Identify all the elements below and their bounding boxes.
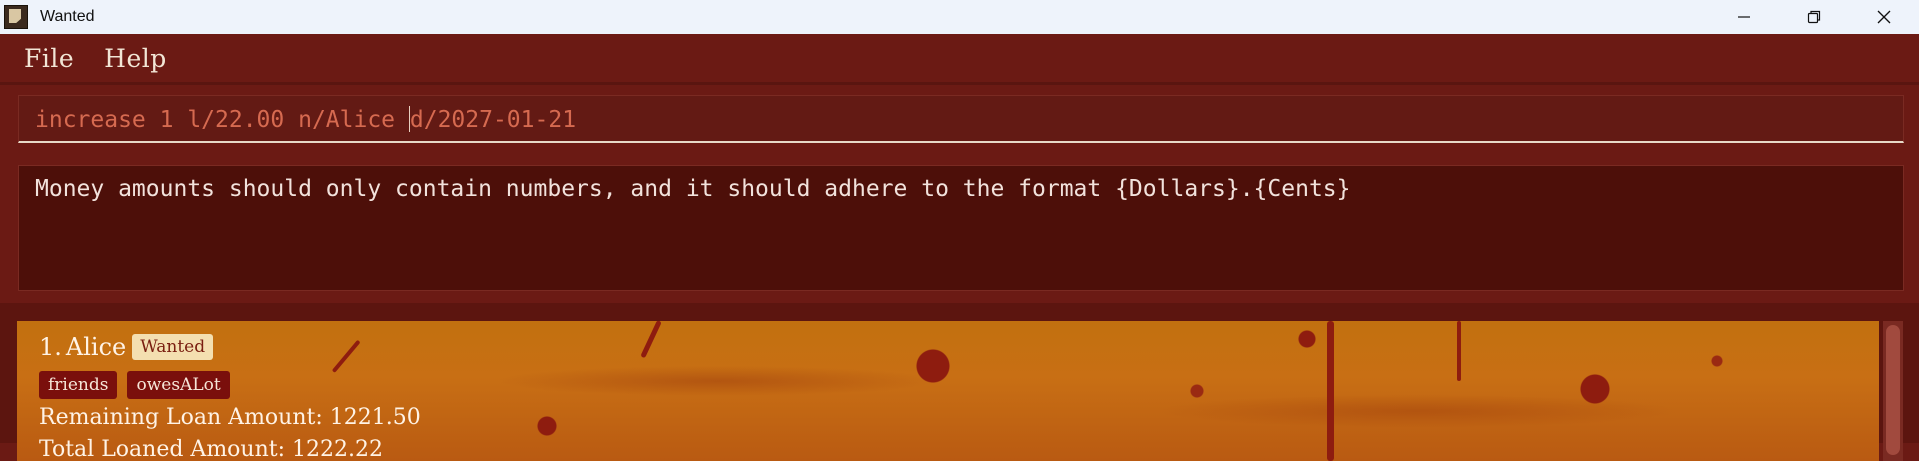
tag-owesalot: owesALot xyxy=(127,371,230,399)
blood-drip xyxy=(1457,321,1461,381)
total-loaned-amount: Total Loaned Amount: 1222.22 xyxy=(39,437,383,461)
status-badge: Wanted xyxy=(132,334,214,360)
menu-file[interactable]: File xyxy=(24,44,74,73)
list-scrollbar[interactable] xyxy=(1883,321,1903,461)
scrollbar-thumb[interactable] xyxy=(1886,325,1900,455)
blood-drip xyxy=(331,339,361,373)
menu-help[interactable]: Help xyxy=(104,44,167,73)
person-card[interactable]: 1. Alice Wanted friends owesALot Remaini… xyxy=(17,321,1879,461)
close-icon xyxy=(1877,10,1891,24)
window-controls xyxy=(1709,0,1919,34)
app-icon xyxy=(4,5,28,29)
person-tags: friends owesALot xyxy=(39,371,240,399)
result-message: Money amounts should only contain number… xyxy=(35,176,1351,202)
menu-bar: File Help xyxy=(0,34,1919,82)
restore-button[interactable] xyxy=(1779,0,1849,34)
command-text-before-caret: increase 1 l/22.00 n/Alice xyxy=(35,107,409,133)
person-name: Alice xyxy=(65,333,127,361)
minimize-button[interactable] xyxy=(1709,0,1779,34)
remaining-loan-amount: Remaining Loan Amount: 1221.50 xyxy=(39,405,421,430)
result-display[interactable]: Money amounts should only contain number… xyxy=(18,165,1904,291)
minimize-icon xyxy=(1738,16,1750,18)
tag-friends: friends xyxy=(39,371,118,399)
blood-drip xyxy=(640,321,662,359)
title-bar: Wanted xyxy=(0,0,1919,34)
restore-icon xyxy=(1807,10,1821,24)
window-title: Wanted xyxy=(40,8,95,25)
blood-drip xyxy=(1327,321,1334,461)
command-text: increase 1 l/22.00 n/Alice d/2027-01-21 xyxy=(35,106,576,133)
result-panel: Money amounts should only contain number… xyxy=(0,153,1919,303)
close-button[interactable] xyxy=(1849,0,1919,34)
command-text-after-caret: d/2027-01-21 xyxy=(409,107,577,133)
person-list-panel: 1. Alice Wanted friends owesALot Remaini… xyxy=(0,303,1919,461)
command-panel: increase 1 l/22.00 n/Alice d/2027-01-21 xyxy=(0,85,1919,153)
person-index: 1. xyxy=(39,333,62,361)
command-input[interactable]: increase 1 l/22.00 n/Alice d/2027-01-21 xyxy=(18,95,1904,143)
person-header: 1. Alice Wanted xyxy=(39,333,214,361)
